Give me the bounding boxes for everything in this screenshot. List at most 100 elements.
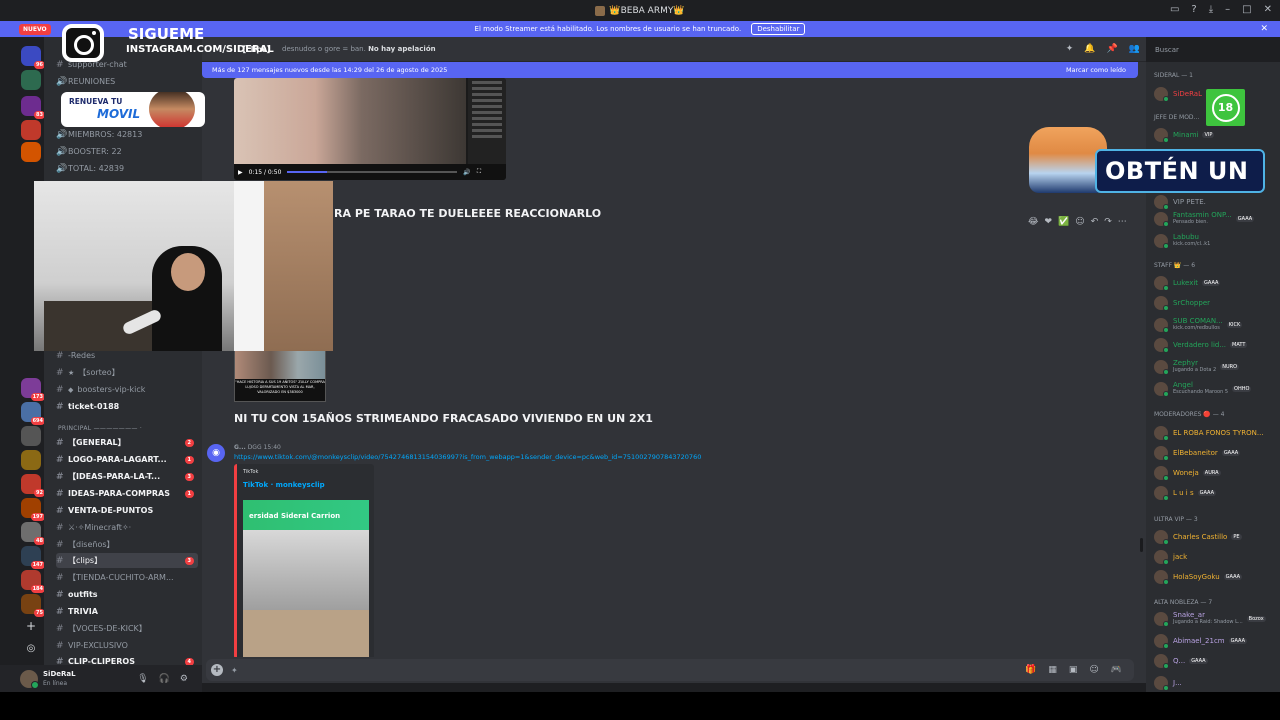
member-item[interactable]: J... — [1154, 674, 1280, 692]
discord-avatar[interactable]: ◉ — [207, 444, 225, 462]
channel-item[interactable]: # 【IDEAS-PARA-LA-T... 3 — [56, 469, 198, 484]
bell-icon[interactable]: 🔔 — [1084, 44, 1095, 54]
gift-icon[interactable]: 🎁 — [1025, 665, 1036, 675]
emoji-icon[interactable]: ☺ — [1089, 665, 1098, 675]
member-item[interactable]: L u i s GAAA — [1154, 484, 1280, 502]
channel-item[interactable]: # ★ 【sorteo】 — [56, 365, 198, 380]
channel-item[interactable]: 🔊 TOTAL: 42839 — [56, 161, 198, 176]
channel-item[interactable]: # outfits — [56, 587, 198, 602]
check-reaction[interactable]: ✅ — [1058, 217, 1069, 227]
avatar[interactable] — [1154, 276, 1169, 291]
server-icon[interactable]: 96 — [21, 46, 45, 69]
volume-icon[interactable]: 🔊 — [463, 169, 470, 176]
channel-item[interactable]: # 【TIENDA-CUCHITO-ARM... — [56, 570, 198, 585]
channel-item[interactable]: # VENTA-DE-PUNTOS — [56, 503, 198, 518]
microphone-icon[interactable]: 🎙 — [137, 674, 148, 684]
channel-item[interactable]: # ◆ boosters-vip-kick — [56, 382, 198, 397]
channel-item-clips[interactable]: # 【clips】 3 — [56, 553, 198, 568]
avatar[interactable] — [1154, 338, 1169, 353]
member-item[interactable]: HolaSoyGoku GAAA — [1154, 568, 1280, 586]
reply-icon[interactable]: ↶ — [1091, 217, 1099, 227]
avatar[interactable] — [1154, 654, 1169, 669]
member-item[interactable]: EL ROBA FONOS TYRON... — [1154, 424, 1280, 442]
mark-read-button[interactable]: Marcar como leído — [1066, 66, 1126, 74]
new-badge[interactable]: NUEVO — [19, 24, 51, 35]
avatar[interactable] — [1154, 486, 1169, 501]
avatar[interactable] — [1154, 530, 1169, 545]
channel-item[interactable]: # VIP-EXCLUSIVO — [56, 638, 198, 653]
pin-icon[interactable]: 📌 — [1107, 44, 1118, 54]
gif-icon[interactable]: ▦ — [1048, 665, 1057, 675]
avatar[interactable] — [1154, 612, 1169, 627]
server-icon[interactable]: 83 — [21, 96, 45, 119]
member-item[interactable]: Charles Castillo PE — [1154, 528, 1280, 546]
emoji-reaction[interactable]: 😂 — [1028, 217, 1039, 227]
tiktok-link[interactable]: https://www.tiktok.com/@monkeysclip/vide… — [234, 453, 701, 461]
avatar[interactable] — [1154, 296, 1169, 311]
channel-item[interactable]: # CLIP-CLIPEROS 4 — [56, 654, 198, 665]
inbox-icon[interactable]: ▭ — [1170, 4, 1179, 15]
channel-item[interactable]: # 【diseños】 — [56, 537, 198, 552]
embed-title[interactable]: TikTok · monkeysclip — [243, 481, 325, 489]
avatar[interactable] — [1154, 212, 1169, 227]
member-item[interactable]: SrChopper — [1154, 294, 1280, 312]
channel-item[interactable]: 🔊 BOOSTER: 22 — [56, 144, 198, 159]
image-attachment[interactable]: "HACE HISTORIA A SUS 19 AÑITOS" ZULLY CO… — [234, 350, 326, 402]
disable-streamer-button[interactable]: Deshabilitar — [751, 23, 806, 35]
avatar[interactable] — [1154, 360, 1169, 375]
download-icon[interactable]: ⤓ — [1209, 4, 1213, 15]
video-attachment[interactable]: ▶ 0:15 / 0:50 🔊 ⛶ — [234, 78, 506, 180]
channel-item[interactable]: # IDEAS-PARA-COMPRAS 1 — [56, 486, 198, 501]
channel-item[interactable]: 🔊 MIEMBROS: 42813 — [56, 127, 198, 142]
avatar[interactable] — [1154, 634, 1169, 649]
close-window-icon[interactable]: ✕ — [1264, 4, 1272, 15]
server-icon[interactable] — [21, 70, 41, 90]
avatar[interactable] — [1154, 676, 1169, 691]
avatar[interactable] — [1154, 446, 1169, 461]
server-icon[interactable]: 48 — [21, 522, 45, 545]
member-item[interactable]: Woneja AURA — [1154, 464, 1280, 482]
video-progress[interactable] — [287, 171, 458, 173]
channel-item[interactable]: 🔊 REUNIONES — [56, 74, 198, 89]
fullscreen-icon[interactable]: ⛶ — [477, 168, 481, 176]
member-item[interactable]: Abimael_21cm GAAA — [1154, 632, 1280, 650]
play-icon[interactable]: ▶ — [238, 169, 243, 176]
add-reaction-icon[interactable]: ☺ — [1075, 217, 1084, 227]
add-server-icon[interactable]: + — [23, 619, 39, 635]
avatar[interactable] — [1154, 382, 1169, 397]
avatar[interactable] — [1154, 234, 1169, 249]
heart-reaction[interactable]: ❤ — [1045, 217, 1053, 227]
server-icon[interactable]: 92 — [21, 474, 45, 497]
channel-item[interactable]: # TRIVIA — [56, 604, 198, 619]
embed-thumbnail[interactable]: ersidad Sideral Carrion — [243, 500, 369, 657]
member-item[interactable]: VIP PETE. — [1154, 193, 1280, 211]
gear-icon[interactable]: ⚙ — [180, 674, 188, 684]
discover-icon[interactable]: ◎ — [23, 641, 39, 657]
close-banner-icon[interactable]: ✕ — [1260, 24, 1268, 34]
avatar[interactable] — [1154, 570, 1169, 585]
server-icon[interactable]: 173 — [21, 378, 45, 401]
member-item[interactable]: Labubu kick.com/cl..k1 — [1154, 232, 1280, 250]
server-icon[interactable] — [21, 450, 41, 470]
member-item[interactable]: Fantasmin ONP... Pensado bien. GAAA — [1154, 210, 1280, 228]
avatar[interactable] — [1154, 550, 1169, 565]
member-item[interactable]: Q... GAAA — [1154, 652, 1280, 670]
more-icon[interactable]: ⋯ — [1118, 217, 1127, 227]
server-icon[interactable]: 147 — [21, 546, 45, 569]
member-item[interactable]: Lukexit GAAA — [1154, 274, 1280, 292]
member-item[interactable]: Snake_ar Jugando a Raid: Shadow L... Bozox — [1154, 610, 1280, 628]
avatar[interactable] — [1154, 195, 1169, 210]
server-icon[interactable]: 184 — [21, 570, 45, 593]
category-principal[interactable]: PRINCIPAL ——————— · — [58, 425, 142, 432]
channel-item[interactable]: # 【GENERAL】 2 — [56, 435, 198, 450]
member-item[interactable]: Angel Escuchando Maroon 5 OHHO — [1154, 380, 1280, 398]
channel-item[interactable]: # 【VOCES-DE-KICK】 — [56, 621, 198, 636]
attach-icon[interactable]: + — [211, 664, 223, 676]
member-item[interactable]: jack — [1154, 548, 1280, 566]
maximize-icon[interactable]: □ — [1242, 4, 1251, 15]
server-icon[interactable]: 694 — [21, 402, 45, 425]
channel-item[interactable]: # ticket-0188 — [56, 399, 198, 414]
avatar[interactable] — [1154, 87, 1169, 102]
headphones-icon[interactable]: 🎧 — [159, 674, 170, 684]
sticker-icon[interactable]: ▣ — [1069, 665, 1078, 675]
